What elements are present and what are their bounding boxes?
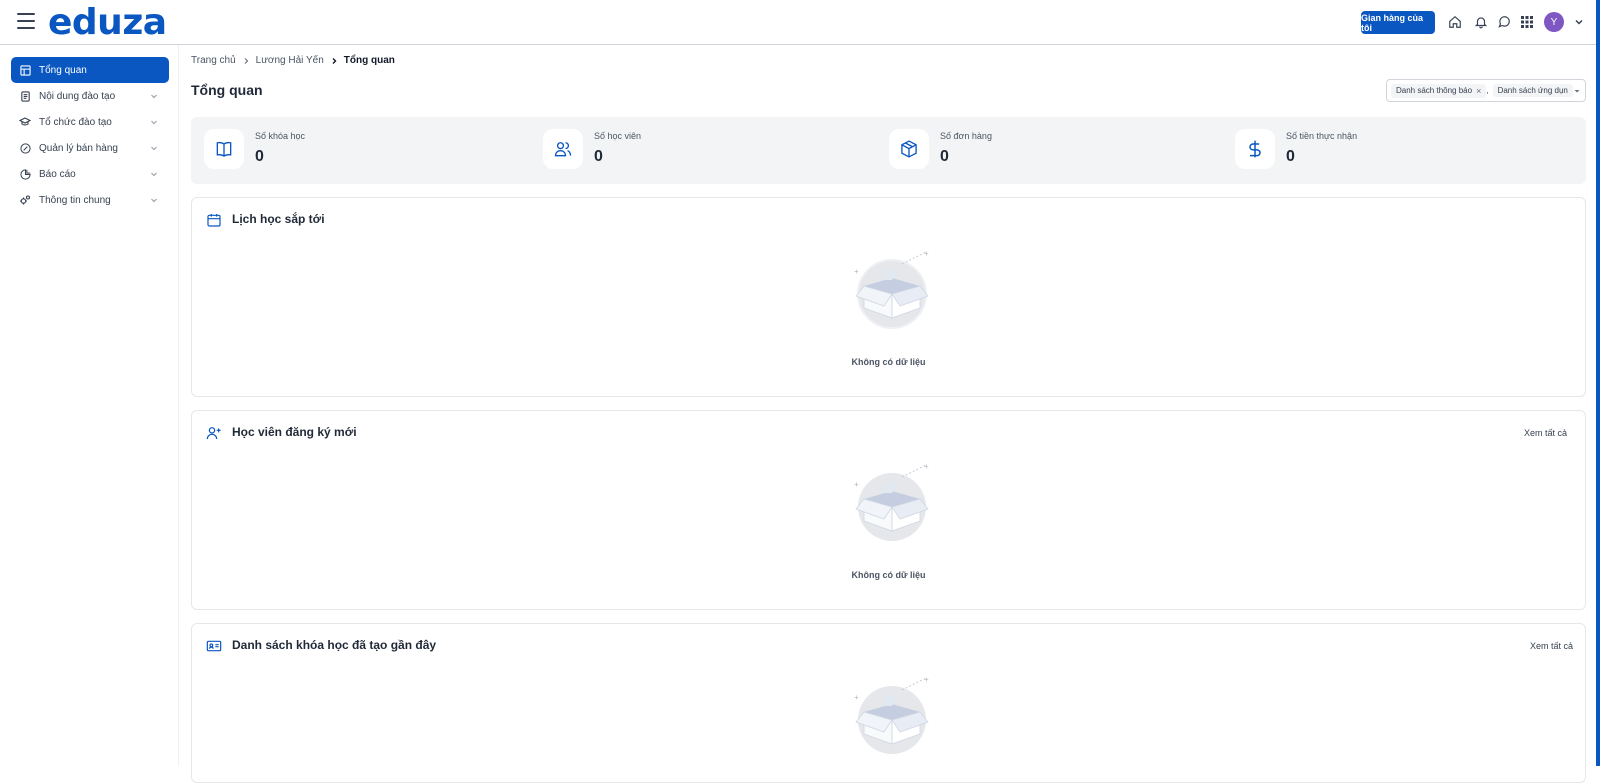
svg-text:+: + xyxy=(924,462,929,471)
svg-text:+: + xyxy=(924,675,929,684)
calendar-icon xyxy=(207,214,221,227)
chevron-down-icon xyxy=(151,94,157,99)
stat-orders: Số đơn hàng 0 xyxy=(889,129,1189,173)
sidebar-item-training-content[interactable]: Nội dung đào tạo xyxy=(11,83,169,109)
users-icon xyxy=(543,129,583,169)
top-bar: eduza Gian hàng của tôi Y xyxy=(0,0,1600,45)
menu-icon[interactable] xyxy=(17,13,35,29)
stat-label: Số khóa học xyxy=(255,131,306,141)
empty-box-illustration: + + xyxy=(854,462,929,541)
dollar-icon xyxy=(1235,129,1275,169)
tag-label: Danh sách ứng dụn xyxy=(1497,86,1568,95)
chevron-right-icon xyxy=(244,57,249,64)
chart-pie-icon xyxy=(19,168,31,180)
stat-courses: Số khóa học 0 xyxy=(204,129,504,173)
stat-value: 0 xyxy=(940,148,949,165)
stat-label: Số tiền thực nhận xyxy=(1286,131,1358,141)
view-all-link[interactable]: Xem tất cả xyxy=(1530,641,1573,651)
chat-icon[interactable] xyxy=(1495,13,1513,31)
breadcrumb: Trang chủ Lương Hải Yến Tổng quan xyxy=(191,55,395,66)
svg-text:+: + xyxy=(924,249,929,258)
tag-separator: , xyxy=(1486,86,1489,95)
svg-text:+: + xyxy=(854,480,859,489)
breadcrumb-parent[interactable]: Lương Hải Yến xyxy=(256,55,324,66)
stat-students: Số học viên 0 xyxy=(543,129,843,173)
book-icon xyxy=(204,129,244,169)
my-store-button[interactable]: Gian hàng của tôi xyxy=(1361,11,1435,34)
sidebar: Tổng quan Nội dung đào tạo Tổ chức đào t… xyxy=(0,45,179,766)
sidebar-item-training-organization[interactable]: Tổ chức đào tạo xyxy=(11,109,169,135)
graduation-cap-icon xyxy=(19,116,31,128)
card-title: Danh sách khóa học đã tạo gần đây xyxy=(232,638,437,652)
recent-courses-card: Danh sách khóa học đã tạo gần đây Xem tấ… xyxy=(191,623,1586,783)
view-all-link[interactable]: Xem tất cả xyxy=(1524,428,1567,438)
bell-icon[interactable] xyxy=(1472,13,1490,31)
new-students-card: Học viên đăng ký mới Xem tất cả + + Khôn… xyxy=(191,410,1586,610)
widget-select[interactable]: Danh sách thông báo × , Danh sách ứng dụ… xyxy=(1386,79,1586,102)
scrollbar[interactable] xyxy=(1596,0,1600,766)
chevron-down-icon xyxy=(151,146,157,151)
sidebar-item-label: Nội dung đào tạo xyxy=(39,90,116,102)
sidebar-item-label: Quản lý bán hàng xyxy=(39,142,118,154)
user-plus-icon xyxy=(206,427,221,440)
apps-grid-icon[interactable] xyxy=(1518,13,1536,31)
stat-value: 0 xyxy=(594,148,603,165)
caret-down-icon xyxy=(1574,89,1580,92)
stat-label: Số đơn hàng xyxy=(940,131,992,141)
page-title: Tổng quan xyxy=(191,82,263,98)
chevron-down-icon xyxy=(151,198,157,203)
chevron-down-icon[interactable] xyxy=(1570,13,1588,31)
breadcrumb-home[interactable]: Trang chủ xyxy=(191,55,236,66)
svg-text:+: + xyxy=(854,693,859,702)
empty-box-illustration: + + xyxy=(854,249,929,329)
selected-tag: Danh sách ứng dụn xyxy=(1492,84,1573,97)
empty-state-text: Không có dữ liệu xyxy=(851,357,926,367)
breadcrumb-current: Tổng quan xyxy=(343,55,395,66)
logo[interactable]: eduza xyxy=(48,2,167,43)
sidebar-item-sales-management[interactable]: Quản lý bán hàng xyxy=(11,135,169,161)
card-title: Lịch học sắp tới xyxy=(232,212,325,226)
stat-value: 0 xyxy=(1286,148,1295,165)
sidebar-item-label: Thông tin chung xyxy=(39,194,111,206)
chevron-down-icon xyxy=(151,172,157,177)
tag-label: Danh sách thông báo xyxy=(1396,86,1473,95)
avatar[interactable]: Y xyxy=(1544,12,1564,32)
sidebar-item-label: Tổng quan xyxy=(39,64,87,76)
stat-revenue: Số tiền thực nhận 0 xyxy=(1235,129,1535,173)
document-icon xyxy=(19,90,31,102)
box-icon xyxy=(889,129,929,169)
empty-box-illustration: + + xyxy=(854,675,929,754)
sidebar-item-label: Tổ chức đào tạo xyxy=(39,116,112,128)
settings-icon xyxy=(19,194,31,206)
upcoming-schedule-card: Lịch học sắp tới + + Không có dữ liệu xyxy=(191,197,1586,397)
selected-tag: Danh sách thông báo × xyxy=(1391,83,1487,98)
dashboard-icon xyxy=(19,64,31,76)
sidebar-item-label: Báo cáo xyxy=(39,168,76,180)
stat-label: Số học viên xyxy=(594,131,642,141)
svg-text:+: + xyxy=(854,267,859,276)
sidebar-item-overview[interactable]: Tổng quan xyxy=(11,57,169,83)
chevron-down-icon xyxy=(151,120,157,125)
main-content: Trang chủ Lương Hải Yến Tổng quan Tổng q… xyxy=(179,45,1596,783)
card-title: Học viên đăng ký mới xyxy=(232,425,357,439)
chevron-right-icon xyxy=(332,57,337,64)
sidebar-item-general-info[interactable]: Thông tin chung xyxy=(11,187,169,213)
stat-value: 0 xyxy=(255,148,264,165)
stats-panel: Số khóa học 0 Số học viên 0 Số đơn hàng … xyxy=(191,117,1586,184)
close-icon[interactable]: × xyxy=(1476,86,1481,96)
id-card-icon xyxy=(206,640,222,652)
sidebar-item-reports[interactable]: Báo cáo xyxy=(11,161,169,187)
empty-state-text: Không có dữ liệu xyxy=(851,570,926,580)
sales-icon xyxy=(19,142,31,154)
home-icon[interactable] xyxy=(1446,13,1464,31)
